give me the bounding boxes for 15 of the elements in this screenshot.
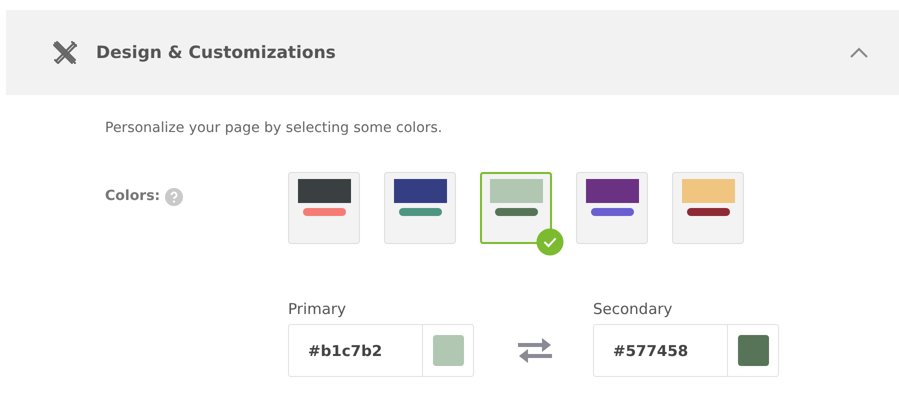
- chevron-up-icon[interactable]: [849, 46, 869, 58]
- color-field-frame[interactable]: #b1c7b2: [288, 324, 474, 377]
- check-icon: [536, 228, 564, 256]
- field-label: Primary: [288, 300, 347, 318]
- tools-icon: [52, 40, 78, 66]
- hex-input[interactable]: #577458: [594, 325, 727, 376]
- colors-label: Colors:: [105, 188, 160, 204]
- description-text: Personalize your page by selecting some colors.: [105, 120, 444, 136]
- color-preview-swatch[interactable]: [432, 335, 464, 366]
- section-title: Design & Customizations: [96, 42, 337, 62]
- field-label: Secondary: [593, 300, 674, 318]
- color-preview-swatch[interactable]: [738, 335, 768, 366]
- color-theme-option[interactable]: [480, 172, 552, 244]
- hex-input[interactable]: #b1c7b2: [289, 325, 422, 376]
- color-field-frame[interactable]: #577458: [593, 324, 779, 377]
